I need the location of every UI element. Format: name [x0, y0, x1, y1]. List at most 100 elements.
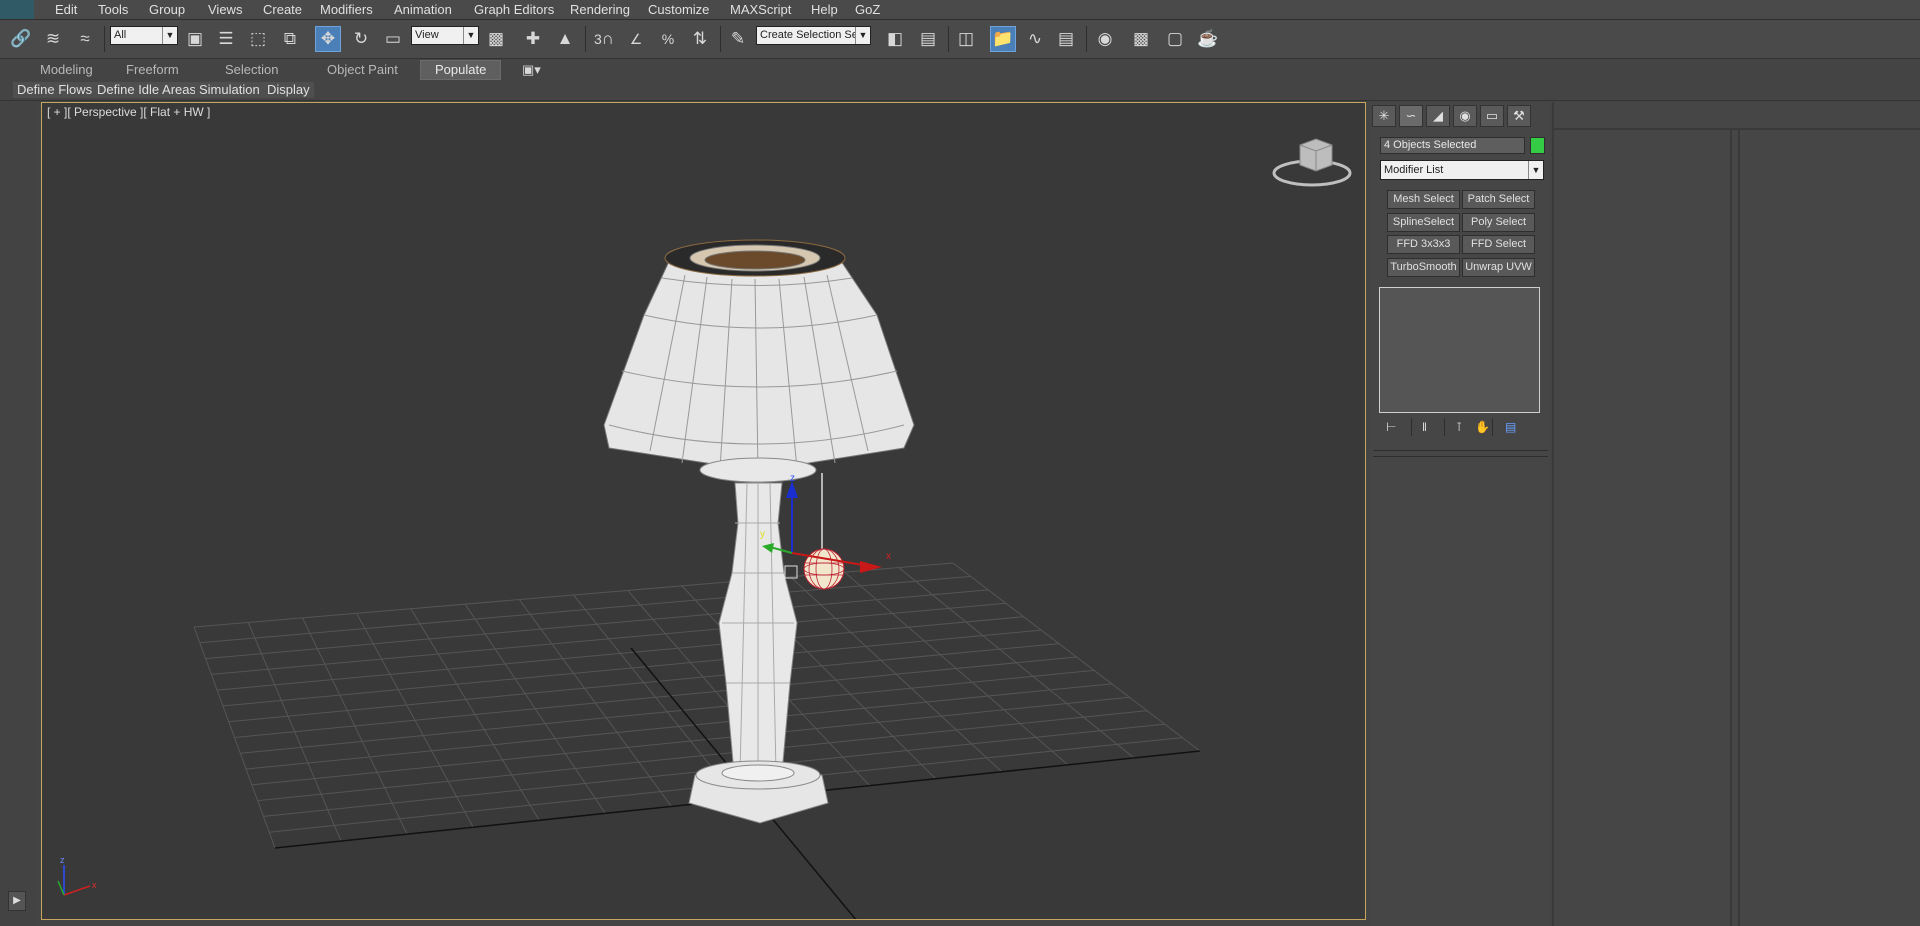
tab-modeling[interactable]: Modeling: [40, 62, 93, 77]
spinner-snap-icon[interactable]: ⇅: [687, 26, 713, 52]
viewport-label[interactable]: [ + ][ Perspective ][ Flat + HW ]: [47, 105, 210, 119]
mesh-select-button[interactable]: Mesh Select: [1387, 190, 1460, 209]
patch-select-button[interactable]: Patch Select: [1462, 190, 1535, 209]
turbosmooth-button[interactable]: TurboSmooth: [1387, 258, 1460, 277]
pivot-center-icon[interactable]: ▩: [483, 26, 509, 52]
render-production-icon[interactable]: ☕: [1195, 26, 1221, 52]
grid-line: [790, 576, 1003, 773]
main-toolbar: 🔗 ≋ ≈ All ▼ ▣ ☰ ⬚ ⧉ ✥ ↻ ▭ View ▼ ▩ ✚ ▲ 3…: [0, 20, 1920, 59]
object-color-swatch[interactable]: [1530, 137, 1545, 154]
menu-help[interactable]: Help: [811, 2, 838, 17]
link-icon[interactable]: 🔗: [8, 26, 34, 52]
select-by-name-icon[interactable]: ☰: [213, 26, 239, 52]
reference-coordinate-dropdown[interactable]: View ▼: [411, 26, 479, 45]
named-selection-dropdown[interactable]: Create Selection Se ▼: [756, 26, 871, 45]
unwrap-uvw-button[interactable]: Unwrap UVW: [1462, 258, 1535, 277]
modifier-list-dropdown[interactable]: Modifier List ▼: [1380, 160, 1544, 180]
poly-select-button[interactable]: Poly Select: [1462, 213, 1535, 232]
display-button[interactable]: Display: [263, 82, 314, 98]
ffd-select-button[interactable]: FFD Select: [1462, 235, 1535, 254]
toolbar-separator: [585, 26, 586, 52]
selection-filter-dropdown[interactable]: All ▼: [110, 26, 178, 45]
select-object-icon[interactable]: ▣: [182, 26, 208, 52]
menu-views[interactable]: Views: [208, 2, 242, 17]
menu-maxscript[interactable]: MAXScript: [730, 2, 791, 17]
keyboard-shortcut-override-icon[interactable]: ▲: [552, 26, 578, 52]
curve-editor-icon[interactable]: ∿: [1022, 26, 1048, 52]
tab-populate[interactable]: Populate: [420, 60, 502, 80]
expand-icon[interactable]: ▶: [8, 891, 26, 911]
bind-space-warp-icon[interactable]: ≈: [72, 26, 98, 52]
scene-explorer-icon[interactable]: 📁: [990, 26, 1016, 52]
grid-line: [246, 683, 1112, 770]
tab-object-paint[interactable]: Object Paint: [327, 62, 398, 77]
menu-goz[interactable]: GoZ: [855, 2, 880, 17]
material-editor-icon[interactable]: ◉: [1092, 26, 1118, 52]
unlink-icon[interactable]: ≋: [40, 26, 66, 52]
chevron-down-icon: ▼: [463, 27, 478, 44]
display-icon[interactable]: ▭: [1480, 105, 1504, 127]
simulation-button[interactable]: Simulation: [195, 82, 264, 98]
panel-divider: [1373, 450, 1548, 451]
toolbar-separator: [1086, 26, 1087, 52]
motion-icon[interactable]: ◉: [1453, 105, 1477, 127]
menu-animation[interactable]: Animation: [394, 2, 452, 17]
column-divider: [1552, 102, 1554, 926]
menu-modifiers[interactable]: Modifiers: [320, 2, 373, 17]
select-and-scale-icon[interactable]: ▭: [380, 26, 406, 52]
render-setup-icon[interactable]: ▩: [1128, 26, 1154, 52]
ribbon-panel: Define Flows Define Idle Areas Simulatio…: [0, 80, 1920, 101]
pin-stack-icon[interactable]: ⊢: [1386, 420, 1396, 434]
select-and-rotate-icon[interactable]: ↻: [348, 26, 374, 52]
hierarchy-icon[interactable]: ◢: [1426, 105, 1450, 127]
select-and-move-icon[interactable]: ✥: [315, 26, 341, 52]
chevron-down-icon: ▼: [855, 27, 870, 44]
menu-graph-editors[interactable]: Graph Editors: [474, 2, 554, 17]
menu-edit[interactable]: Edit: [55, 2, 77, 17]
grid-line: [952, 562, 1201, 752]
app-logo[interactable]: [0, 0, 34, 19]
modifier-stack-list[interactable]: [1379, 287, 1540, 413]
column-divider: [1730, 130, 1732, 926]
spline-select-button[interactable]: SplineSelect: [1387, 213, 1460, 232]
snaps-toggle-icon[interactable]: 3 ∩: [591, 26, 617, 52]
ffd-3x3x3-button[interactable]: FFD 3x3x3: [1387, 235, 1460, 254]
pull-chain: [803, 473, 845, 590]
configure-modifier-sets-icon[interactable]: ▤: [1505, 420, 1516, 434]
define-flows-button[interactable]: Define Flows: [13, 82, 97, 98]
tab-freeform[interactable]: Freeform: [126, 62, 179, 77]
menu-group[interactable]: Group: [149, 2, 185, 17]
edit-named-selection-icon[interactable]: ✎: [725, 26, 751, 52]
rendered-frame-window-icon[interactable]: ▢: [1162, 26, 1188, 52]
layer-manager-icon[interactable]: ◫: [953, 26, 979, 52]
tab-selection[interactable]: Selection: [225, 62, 278, 77]
menu-customize[interactable]: Customize: [648, 2, 709, 17]
menu-rendering[interactable]: Rendering: [570, 2, 630, 17]
window-crossing-icon[interactable]: ⧉: [277, 26, 303, 52]
perspective-viewport[interactable]: z x y z x [ + ][ Perspective ][ Flat + H…: [41, 102, 1366, 920]
menu-tools[interactable]: Tools: [98, 2, 128, 17]
create-icon[interactable]: ✳: [1372, 105, 1396, 127]
show-end-result-icon[interactable]: ‖: [1422, 420, 1427, 434]
grid-line: [898, 567, 1135, 759]
gizmo-x-label: x: [886, 551, 891, 562]
modify-icon[interactable]: ∽: [1399, 105, 1423, 127]
menu-bar: Edit Tools Group Views Create Modifiers …: [0, 0, 1920, 20]
object-name-field[interactable]: 4 Objects Selected: [1380, 137, 1525, 154]
rectangle-selection-icon[interactable]: ⬚: [245, 26, 271, 52]
define-idle-areas-button[interactable]: Define Idle Areas: [93, 82, 201, 98]
percent-snap-icon[interactable]: %: [655, 26, 681, 52]
ribbon-options-icon[interactable]: ▣▾: [522, 62, 541, 78]
angle-snap-icon[interactable]: ∠: [623, 26, 649, 52]
align-icon[interactable]: ▤: [915, 26, 941, 52]
mirror-icon[interactable]: ◧: [882, 26, 908, 52]
schematic-view-icon[interactable]: ▤: [1053, 26, 1079, 52]
utilities-icon[interactable]: ⚒: [1507, 105, 1531, 127]
command-panel: ✳ ∽ ◢ ◉ ▭ ⚒ 4 Objects Selected Modifier …: [1370, 102, 1550, 926]
select-manipulate-icon[interactable]: ✚: [520, 26, 546, 52]
make-unique-icon[interactable]: ⊺: [1456, 420, 1462, 434]
remove-modifier-icon[interactable]: ✋: [1475, 420, 1490, 434]
percent-snap-label: %: [661, 31, 675, 47]
column-divider: [1738, 130, 1740, 926]
menu-create[interactable]: Create: [263, 2, 302, 17]
